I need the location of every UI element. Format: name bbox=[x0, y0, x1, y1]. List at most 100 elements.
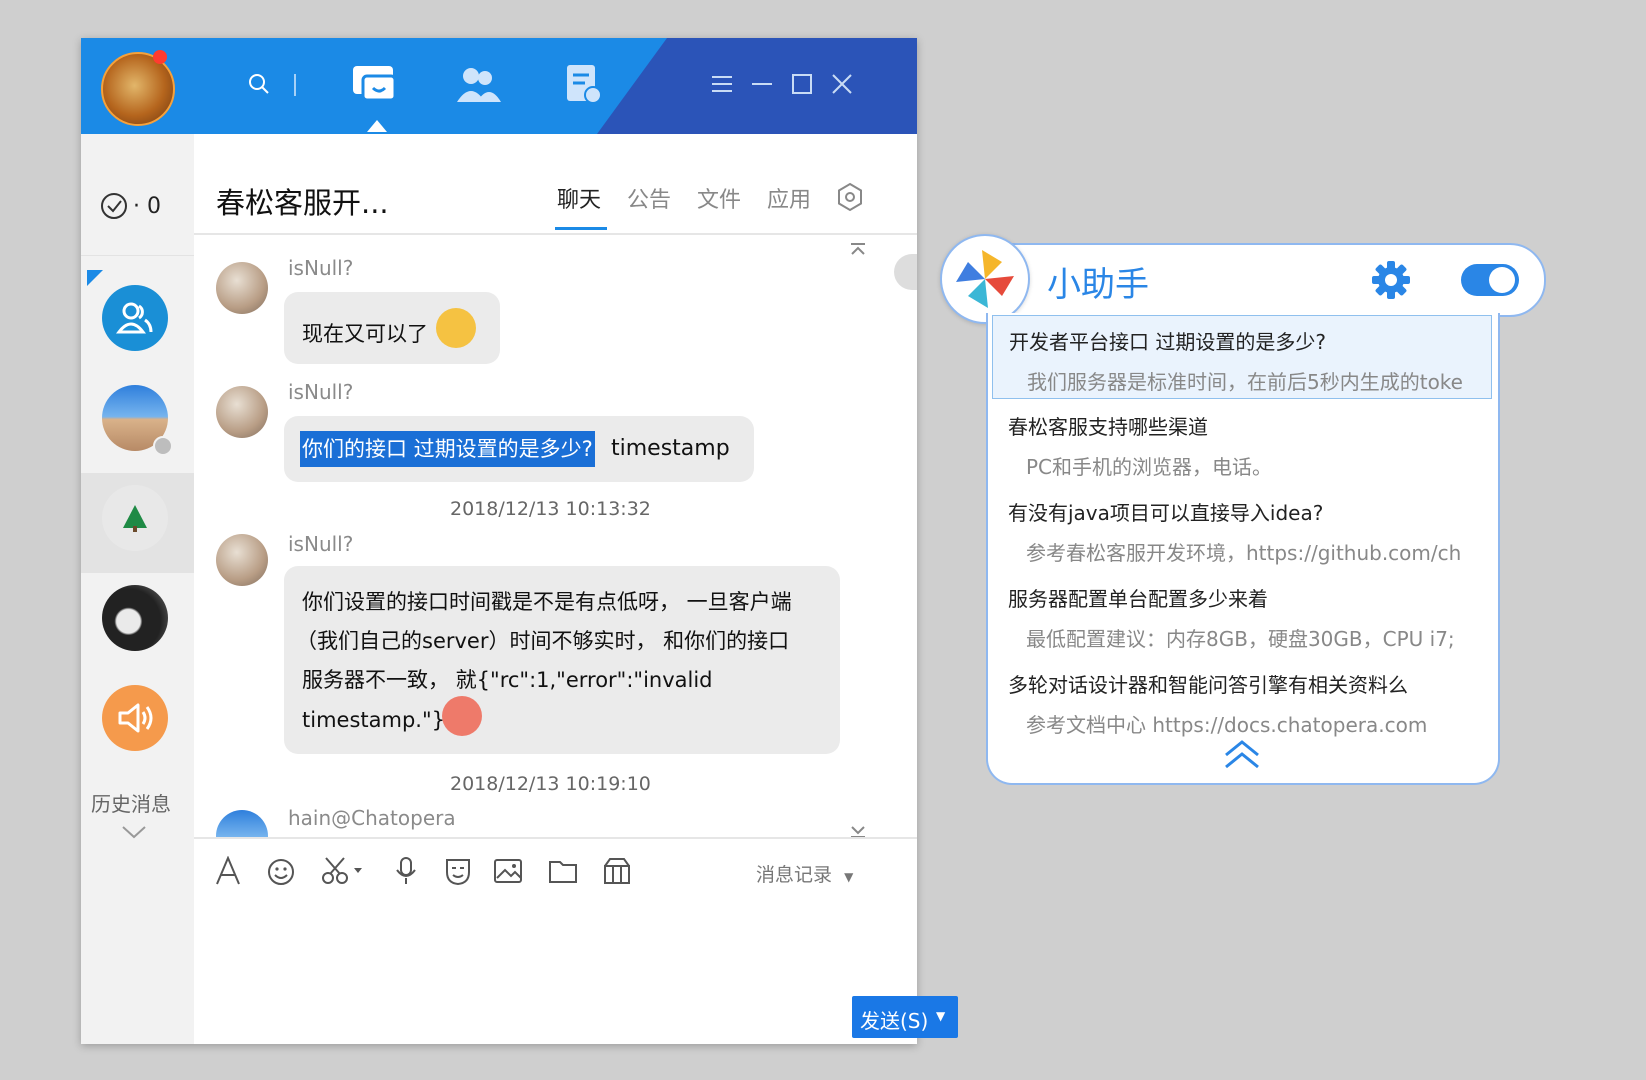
tab-files[interactable]: 文件 bbox=[697, 182, 741, 214]
timestamp: 2018/12/13 10:13:32 bbox=[450, 498, 651, 520]
message-text: 现在又可以了 bbox=[302, 322, 428, 346]
broadcast-avatar[interactable] bbox=[102, 685, 168, 751]
divider bbox=[294, 74, 296, 96]
assistant-title: 小助手 bbox=[1047, 265, 1149, 305]
collapse-up-icon[interactable] bbox=[1223, 739, 1261, 775]
user-avatar[interactable] bbox=[101, 52, 175, 126]
clock-badge bbox=[153, 436, 173, 456]
unread-corner-marker bbox=[87, 270, 103, 286]
screenshot-scissors-icon[interactable] bbox=[320, 856, 366, 890]
avatar[interactable] bbox=[216, 534, 268, 586]
suggestion-item[interactable]: 有没有java项目可以直接导入idea? 参考春松客服开发环境，https://… bbox=[992, 487, 1490, 569]
maximize-icon[interactable] bbox=[784, 66, 820, 102]
divider bbox=[81, 255, 194, 256]
emoji-picker-icon[interactable] bbox=[267, 858, 295, 890]
suggestion-item[interactable]: 春松客服支持哪些渠道 PC和手机的浏览器，电话。 bbox=[992, 401, 1490, 483]
caret-down-icon: ▼ bbox=[844, 870, 854, 884]
search-icon[interactable] bbox=[241, 58, 277, 110]
message-line: 服务器不一致， 就{"rc":1,"error":"invalid bbox=[302, 668, 713, 692]
tab-chat[interactable]: 聊天 bbox=[557, 182, 601, 214]
message-line: 你们设置的接口时间戳是不是有点低呀， 一旦客户端 bbox=[302, 590, 792, 614]
toggle-knob bbox=[1489, 267, 1515, 293]
notes-icon[interactable] bbox=[557, 58, 609, 110]
sender-name: isNull? bbox=[288, 532, 354, 556]
notification-dot bbox=[153, 50, 167, 64]
suggestion-question: 开发者平台接口 过期设置的是多少? bbox=[1009, 330, 1326, 354]
image-icon[interactable] bbox=[493, 858, 523, 888]
pinwheel-icon bbox=[956, 250, 1014, 308]
selected-text: 你们的接口 过期设置的是多少? bbox=[300, 431, 595, 467]
contact-avatar-tree[interactable] bbox=[102, 485, 168, 551]
sticker-icon[interactable] bbox=[444, 856, 472, 890]
check-circle-icon bbox=[101, 193, 127, 219]
message-bubble[interactable]: 你们的接口 过期设置的是多少? timestamp bbox=[284, 416, 754, 482]
chevron-down-icon[interactable] bbox=[121, 824, 147, 844]
task-counter[interactable]: · 0 bbox=[99, 190, 161, 222]
chat-title: 春松客服开... bbox=[216, 186, 389, 220]
tab-apps[interactable]: 应用 bbox=[767, 182, 811, 214]
message-bubble[interactable]: 现在又可以了 bbox=[284, 292, 500, 364]
microphone-icon[interactable] bbox=[394, 856, 418, 890]
suggestion-question: 服务器配置单台配置多少来着 bbox=[1008, 587, 1268, 611]
suggestion-question: 多轮对话设计器和智能问答引擎有相关资料么 bbox=[1008, 673, 1408, 697]
assistant-toggle[interactable] bbox=[1461, 264, 1519, 296]
message-history-link[interactable]: 消息记录 ▼ bbox=[756, 860, 853, 887]
emoji-icon bbox=[442, 696, 482, 736]
sender-name: isNull? bbox=[288, 380, 354, 404]
timestamp: 2018/12/13 10:19:10 bbox=[450, 773, 651, 795]
settings-hex-icon[interactable] bbox=[835, 182, 865, 216]
suggestion-question: 有没有java项目可以直接导入idea? bbox=[1008, 501, 1324, 525]
suggestion-item[interactable]: 服务器配置单台配置多少来着 最低配置建议：内存8GB，硬盘30GB，CPU i7… bbox=[992, 573, 1490, 655]
side-collapse-handle[interactable] bbox=[894, 254, 917, 290]
suggestion-answer: 参考春松客服开发环境，https://github.com/ch bbox=[1026, 541, 1462, 565]
scroll-to-top-icon[interactable] bbox=[849, 241, 867, 260]
font-icon[interactable] bbox=[214, 855, 242, 890]
chat-icon[interactable] bbox=[349, 58, 401, 110]
minimize-icon[interactable] bbox=[744, 66, 780, 102]
suggestion-answer: 参考文档中心 https://docs.chatopera.com bbox=[1026, 713, 1428, 737]
send-button[interactable]: 发送(S) ▼ bbox=[852, 996, 958, 1038]
tree-icon bbox=[123, 505, 147, 532]
folder-icon[interactable] bbox=[548, 858, 578, 888]
suggestion-question: 春松客服支持哪些渠道 bbox=[1008, 415, 1208, 439]
emoji-icon bbox=[436, 308, 476, 348]
suggestion-answer: 最低配置建议：内存8GB，硬盘30GB，CPU i7; bbox=[1026, 627, 1455, 651]
assistant-logo bbox=[940, 234, 1030, 324]
chat-panel: 春松客服开... 聊天 公告 文件 应用 isNull? 现在又可以了 isNu… bbox=[194, 134, 958, 1044]
contact-avatar-orca[interactable] bbox=[102, 585, 168, 651]
contacts-icon[interactable] bbox=[451, 58, 503, 110]
suggestion-answer: 我们服务器是标准时间，在前后5秒内生成的toke bbox=[1027, 370, 1463, 394]
suggestion-item-selected[interactable]: 开发者平台接口 过期设置的是多少? 我们服务器是标准时间，在前后5秒内生成的to… bbox=[992, 315, 1492, 399]
apps-box-icon[interactable] bbox=[602, 856, 632, 890]
send-options-caret-icon[interactable]: ▼ bbox=[936, 1009, 945, 1023]
task-count: · 0 bbox=[133, 193, 161, 219]
suggestion-item[interactable]: 多轮对话设计器和智能问答引擎有相关资料么 参考文档中心 https://docs… bbox=[992, 659, 1490, 741]
divider bbox=[194, 837, 917, 839]
assistant-suggestions: 开发者平台接口 过期设置的是多少? 我们服务器是标准时间，在前后5秒内生成的to… bbox=[986, 313, 1500, 785]
chat-window: · 0 历史消息 春松客服开... 聊天 公告 文件 应用 isNull? 现在… bbox=[81, 38, 958, 1044]
group-icon bbox=[115, 302, 153, 334]
active-tab-indicator bbox=[367, 120, 387, 132]
tab-chat-underline bbox=[555, 227, 607, 230]
menu-icon[interactable] bbox=[704, 66, 740, 102]
history-label[interactable]: 历史消息 bbox=[91, 788, 171, 817]
assistant-header: 小助手 bbox=[940, 234, 1546, 324]
group-avatar[interactable] bbox=[102, 285, 168, 351]
suggestion-answer: PC和手机的浏览器，电话。 bbox=[1026, 455, 1273, 479]
avatar[interactable] bbox=[216, 262, 268, 314]
speaker-icon bbox=[118, 703, 153, 733]
scroll-to-bottom-icon[interactable] bbox=[849, 824, 867, 843]
sender-name: isNull? bbox=[288, 256, 354, 280]
avatar[interactable] bbox=[216, 386, 268, 438]
conversation-rail: · 0 历史消息 bbox=[81, 134, 194, 1044]
send-label: 发送(S) bbox=[860, 1009, 929, 1033]
message-bubble[interactable]: 你们设置的接口时间戳是不是有点低呀， 一旦客户端 （我们自己的server）时间… bbox=[284, 566, 840, 754]
message-line: timestamp."} bbox=[302, 708, 445, 732]
message-history-label: 消息记录 bbox=[756, 864, 833, 886]
gear-icon[interactable] bbox=[1370, 259, 1412, 305]
close-icon[interactable] bbox=[824, 66, 860, 102]
tab-announcement[interactable]: 公告 bbox=[627, 182, 671, 214]
avatar[interactable] bbox=[216, 810, 268, 837]
sender-name: hain@Chatopera bbox=[288, 806, 456, 830]
message-text: timestamp bbox=[611, 436, 730, 461]
